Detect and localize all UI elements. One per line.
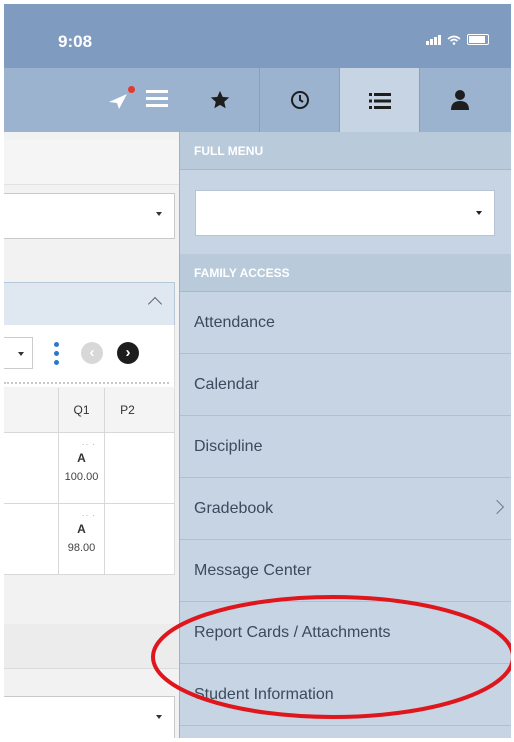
main-panel: ‹ › Q1 P2 ·· · A 100.00 ·· · A 98.00: [4, 68, 179, 738]
grade-cell: [104, 433, 150, 503]
menu-item-label: Discipline: [194, 438, 263, 455]
menu-item-gradebook[interactable]: Gradebook: [180, 478, 511, 540]
status-time: 9:08: [58, 32, 93, 51]
sidebar-tab-bar: [180, 68, 511, 134]
menu-item-message-center[interactable]: Message Center: [180, 540, 511, 602]
panel-section-strip: [4, 624, 179, 669]
table-row: ·· · A 100.00: [4, 433, 174, 504]
menu-item-label: Gradebook: [194, 500, 274, 517]
menu-item-attendance[interactable]: Attendance: [180, 292, 511, 354]
table-header-row: Q1 P2: [4, 388, 174, 433]
grade-cell[interactable]: ·· · A 100.00: [58, 433, 104, 503]
clock-icon: [290, 91, 309, 109]
column-header-q1: Q1: [58, 388, 104, 432]
dotted-divider: [4, 382, 169, 384]
chevron-up-icon[interactable]: [147, 296, 163, 312]
menu-item-label: Calendar: [194, 376, 259, 393]
more-options-icon[interactable]: [54, 342, 60, 368]
tab-favorites[interactable]: [180, 68, 260, 132]
wifi-icon: [447, 35, 461, 45]
sidebar-menu: FULL MENU FAMILY ACCESS Attendance Calen…: [179, 68, 511, 738]
tab-profile[interactable]: [420, 68, 500, 132]
menu-item-label: Attendance: [194, 314, 275, 331]
grade-detail-icon: ·· ·: [81, 511, 96, 520]
table-row: ·· · A 98.00: [4, 504, 174, 575]
user-icon: [451, 90, 469, 110]
phone-screen: 9:08 ‹ › Q1 P2 ·· · A 100.00 ·· · A 98.0…: [4, 4, 511, 738]
full-menu-header: FULL MENU: [180, 132, 511, 170]
status-icons: [426, 34, 489, 45]
star-icon: [210, 90, 229, 109]
column-header-p2: P2: [104, 388, 150, 432]
signal-icon: [426, 34, 441, 45]
tab-recent[interactable]: [260, 68, 340, 132]
notification-dot: [128, 86, 135, 93]
term-select[interactable]: [4, 337, 33, 369]
previous-arrow-icon[interactable]: ‹: [81, 342, 103, 364]
next-arrow-icon[interactable]: ›: [117, 342, 139, 364]
menu-item-label: Report Cards / Attachments: [194, 624, 391, 641]
caret-down-icon: [18, 352, 24, 356]
menu-item-calendar[interactable]: Calendar: [180, 354, 511, 416]
main-header-bar: [4, 68, 179, 132]
hamburger-menu-icon[interactable]: [146, 90, 168, 108]
tab-full-menu[interactable]: [340, 68, 420, 134]
grades-table: Q1 P2 ·· · A 100.00 ·· · A 98.00: [4, 388, 175, 575]
status-bar: 9:08: [4, 4, 511, 68]
letter-grade: A: [77, 451, 86, 465]
grade-cell: [104, 504, 150, 574]
grade-score: 98.00: [67, 542, 96, 554]
menu-item-label: Student Information: [194, 686, 334, 703]
grade-detail-icon: ·· ·: [81, 440, 96, 449]
send-icon[interactable]: [107, 91, 129, 111]
menu-item-label: Message Center: [194, 562, 312, 579]
caret-down-icon: [156, 715, 162, 719]
battery-icon: [467, 34, 489, 45]
collapsible-section-header[interactable]: [4, 282, 175, 326]
grade-cell[interactable]: ·· · A 98.00: [58, 504, 104, 574]
menu-item-report-cards[interactable]: Report Cards / Attachments: [180, 602, 511, 664]
menu-item-student-information[interactable]: Student Information: [180, 664, 511, 726]
gradebook-toolbar: ‹ ›: [4, 325, 175, 387]
family-access-header: FAMILY ACCESS: [180, 254, 511, 292]
menu-item-discipline[interactable]: Discipline: [180, 416, 511, 478]
grade-score: 100.00: [64, 471, 99, 483]
list-icon: [368, 93, 391, 109]
caret-down-icon: [476, 211, 482, 215]
menu-select[interactable]: [195, 190, 495, 236]
bottom-select[interactable]: [4, 696, 175, 738]
caret-down-icon: [156, 212, 162, 216]
chevron-right-icon: [489, 499, 505, 515]
panel-header-strip: [4, 140, 179, 185]
student-select[interactable]: [4, 193, 175, 239]
letter-grade: A: [77, 522, 86, 536]
